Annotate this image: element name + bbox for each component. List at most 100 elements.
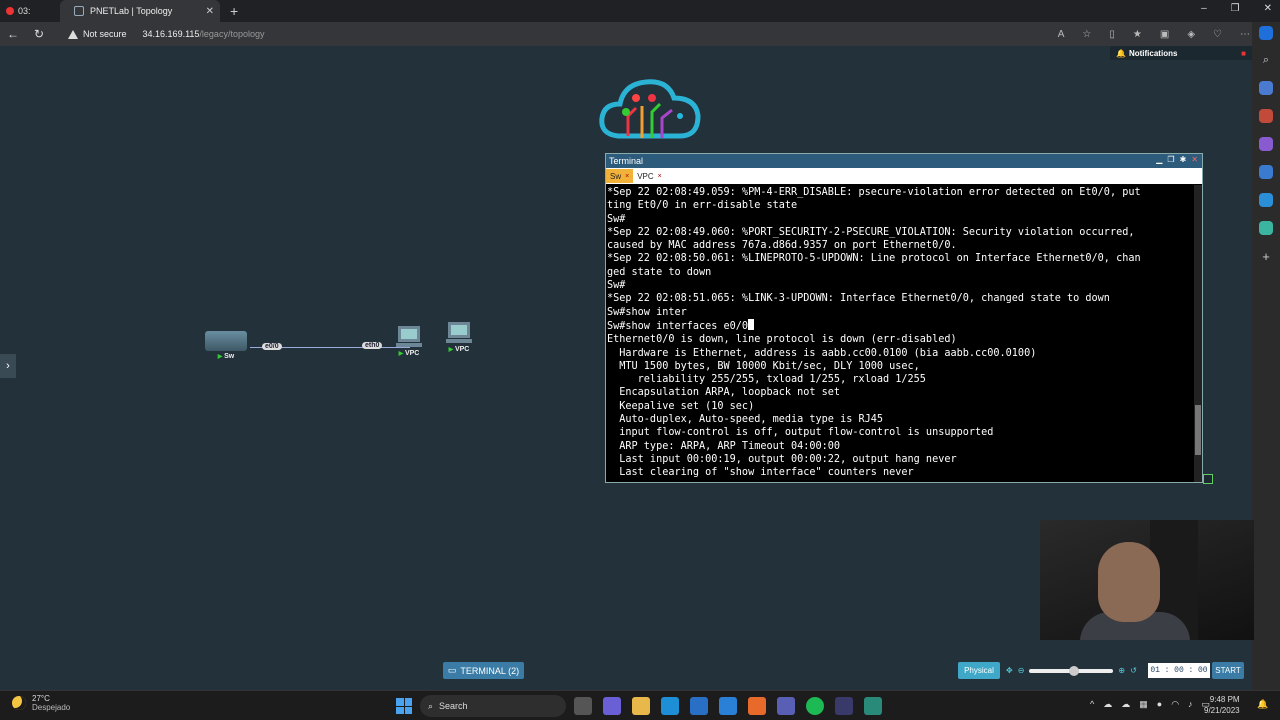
scrollbar-thumb[interactable] — [1195, 405, 1201, 455]
terminal-resize-handle[interactable] — [1203, 474, 1213, 484]
notepad-icon[interactable] — [864, 697, 882, 715]
vscode-icon[interactable] — [719, 697, 737, 715]
reset-zoom-icon[interactable]: ↺ — [1130, 666, 1137, 675]
new-tab-button[interactable]: + — [230, 3, 238, 19]
physical-button[interactable]: Physical — [958, 662, 1000, 679]
url-host: 34.16.169.115 — [142, 29, 200, 39]
vpc-node-1[interactable]: VPC — [396, 326, 422, 357]
tab-close-icon[interactable]: ✕ — [206, 6, 214, 17]
notification-bell-icon[interactable]: 🔔 — [1257, 699, 1268, 710]
outlook-icon[interactable] — [1259, 193, 1273, 207]
favorites-icon[interactable]: ★ — [1133, 29, 1142, 40]
reload-icon[interactable]: ↻ — [26, 27, 52, 41]
store-icon[interactable] — [690, 697, 708, 715]
switch-node[interactable]: Sw — [205, 331, 247, 360]
terminal-window[interactable]: Terminal ▁ ❐ ✱ ✕ Sw × VPC × *Sep 22 02:0… — [605, 153, 1203, 483]
close-window-button[interactable]: ✕ — [1264, 3, 1272, 14]
microsoft365-icon[interactable] — [1259, 165, 1273, 179]
zoom-controls: ✥ ⊖ ⊕ ↺ — [1006, 662, 1152, 679]
search-icon[interactable]: ⌕ — [1263, 54, 1269, 67]
terminal-settings-icon[interactable]: ✱ — [1180, 155, 1187, 164]
collections-icon[interactable]: ▣ — [1160, 29, 1169, 40]
start-button[interactable]: START — [1212, 662, 1244, 679]
games-icon[interactable] — [1259, 137, 1273, 151]
terminal-line: ting Et0/0 in err-disable state — [607, 200, 798, 212]
wifi-icon[interactable]: ◠ — [1171, 699, 1179, 710]
terminal-titlebar[interactable]: Terminal ▁ ❐ ✱ ✕ — [606, 154, 1202, 168]
browser-tab[interactable]: PNETLab | Topology ✕ — [60, 0, 220, 22]
task-view-icon[interactable] — [574, 697, 592, 715]
zoom-out-icon[interactable]: ⊖ — [1018, 666, 1025, 675]
url-path: /legacy/topology — [199, 29, 265, 39]
cloud-icon[interactable]: ☁ — [1121, 699, 1130, 710]
zoom-slider-knob[interactable] — [1069, 665, 1080, 676]
edge-icon[interactable] — [661, 697, 679, 715]
microphone-icon[interactable]: ● — [1157, 699, 1162, 710]
teams-chat-icon[interactable] — [777, 697, 795, 715]
recording-time: 03: — [18, 6, 31, 16]
taskbar: 27°C Despejado ⌕ Search ^ ☁ ☁ ▦ ● ◠ ♪ ▭ … — [0, 690, 1280, 720]
terminal-button[interactable]: ▭ TERMINAL (2) — [443, 662, 524, 679]
performance-icon[interactable]: ♡ — [1213, 29, 1222, 40]
split-screen-icon[interactable]: ▯ — [1109, 29, 1115, 40]
search-label: Search — [439, 701, 468, 711]
more-menu-icon[interactable]: ⋯ — [1240, 29, 1250, 40]
pc-icon — [446, 322, 472, 344]
vpc-label-1: VPC — [399, 350, 420, 357]
system-clock[interactable]: 9:48 PM 9/21/2023 — [1204, 694, 1240, 716]
network-icon[interactable]: ▦ — [1139, 699, 1148, 710]
copilot-icon[interactable] — [1259, 26, 1273, 40]
move-icon[interactable]: ✥ — [1006, 666, 1013, 675]
system-tray: ^ ☁ ☁ ▦ ● ◠ ♪ ▭ — [1090, 699, 1210, 710]
terminal-output[interactable]: *Sep 22 02:08:49.059: %PM-4-ERR_DISABLE:… — [607, 185, 1194, 482]
notifications-close-icon[interactable]: ■ — [1241, 49, 1246, 58]
security-indicator[interactable]: Not secure — [68, 29, 127, 39]
terminal-minimize-icon[interactable]: ▁ — [1156, 155, 1162, 164]
taskbar-search[interactable]: ⌕ Search — [420, 695, 566, 717]
file-explorer-icon[interactable] — [632, 697, 650, 715]
terminal-app-icon[interactable] — [835, 697, 853, 715]
recording-indicator: 03: — [0, 0, 48, 22]
terminal-scrollbar[interactable] — [1194, 185, 1202, 482]
terminal-line: reliability 255/255, txload 1/255, rxloa… — [607, 374, 926, 386]
maximize-button[interactable]: ❐ — [1231, 3, 1240, 14]
read-aloud-icon[interactable]: A — [1058, 29, 1065, 40]
favorite-star-icon[interactable]: ☆ — [1082, 29, 1091, 40]
topology-canvas[interactable]: 🔔 Notifications ■ › Sw e0/0 eth0 VPC VPC… — [0, 46, 1254, 690]
add-sidebar-app-icon[interactable]: + — [1262, 249, 1270, 264]
person-head — [1098, 542, 1160, 622]
windows-start-icon[interactable] — [396, 698, 412, 714]
terminal-line: Auto-duplex, Auto-speed, media type is R… — [607, 414, 884, 426]
weather-widget[interactable]: 27°C Despejado — [12, 694, 70, 712]
edge-sidebar: ⌕ + — [1252, 22, 1280, 690]
tools-icon[interactable] — [1259, 109, 1273, 123]
spotify-icon[interactable] — [806, 697, 824, 715]
minimize-button[interactable]: – — [1201, 3, 1207, 14]
terminal-close-icon[interactable]: ✕ — [1191, 155, 1198, 164]
drop-icon[interactable] — [1259, 221, 1273, 235]
switch-port-label: e0/0 — [262, 343, 282, 350]
back-icon[interactable]: ← — [0, 27, 26, 41]
sidebar-toggle-button[interactable]: › — [0, 354, 16, 378]
security-label: Not secure — [83, 29, 127, 39]
terminal-tab-sw[interactable]: Sw × — [606, 169, 634, 183]
volume-icon[interactable]: ♪ — [1188, 699, 1193, 710]
url-field[interactable]: 34.16.169.115/legacy/topology — [143, 29, 265, 39]
switch-icon — [205, 331, 247, 351]
extensions-icon[interactable]: ◈ — [1187, 29, 1195, 40]
onedrive-icon[interactable]: ☁ — [1103, 699, 1112, 710]
shopping-icon[interactable] — [1259, 81, 1273, 95]
teams-icon[interactable] — [603, 697, 621, 715]
terminal-tab-vpc[interactable]: VPC × — [633, 169, 666, 183]
firefox-icon[interactable] — [748, 697, 766, 715]
terminal-maximize-icon[interactable]: ❐ — [1167, 155, 1174, 164]
lab-timer[interactable]: 01: 00: 00 — [1148, 663, 1210, 678]
zoom-slider[interactable] — [1029, 665, 1114, 676]
zoom-in-icon[interactable]: ⊕ — [1118, 666, 1125, 675]
taskbar-apps — [574, 697, 882, 715]
terminal-tab-close-icon[interactable]: × — [658, 173, 662, 180]
terminal-tab-close-icon[interactable]: × — [625, 173, 629, 180]
vpc-node-2[interactable]: VPC — [446, 322, 472, 353]
tray-chevron-icon[interactable]: ^ — [1090, 699, 1094, 710]
notifications-panel[interactable]: 🔔 Notifications ■ — [1110, 46, 1252, 60]
